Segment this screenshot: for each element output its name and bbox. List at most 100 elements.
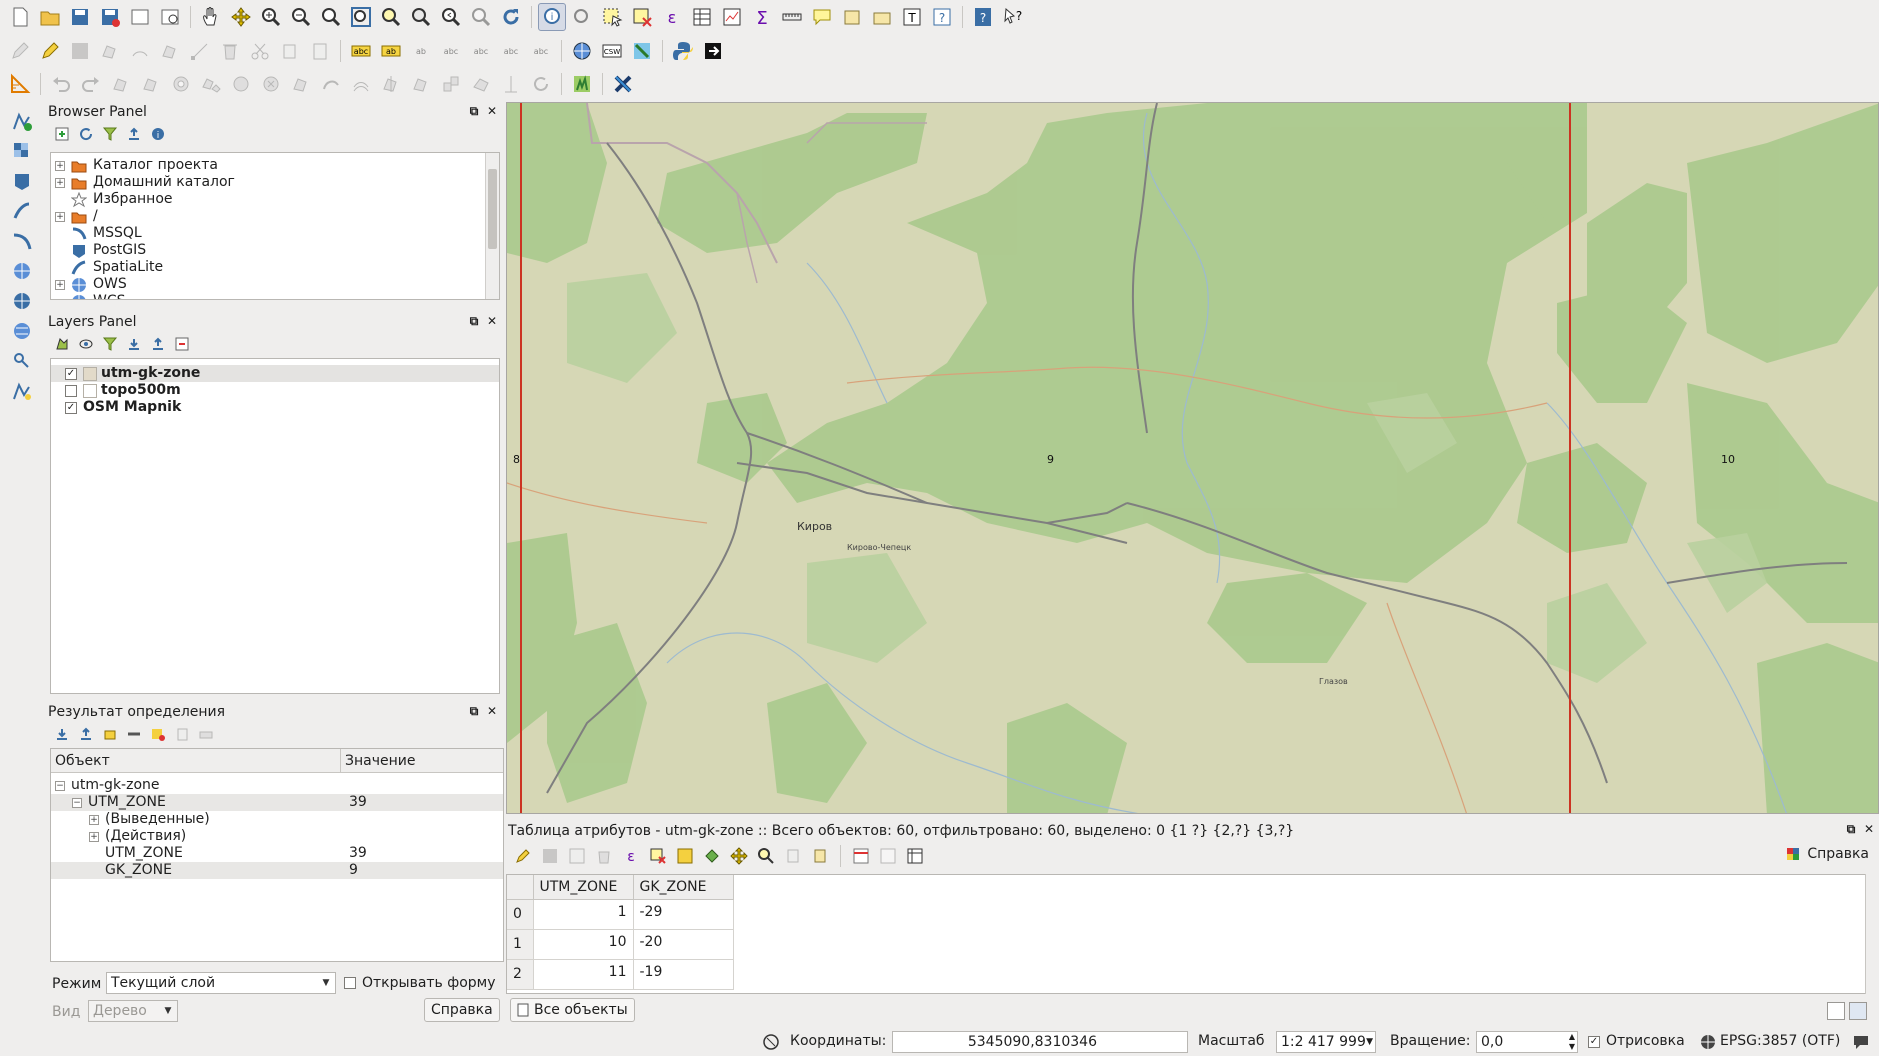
cell-gk-zone[interactable]: -19	[633, 959, 734, 990]
change-label-icon[interactable]: abc	[527, 37, 555, 65]
select-by-expression-icon[interactable]: ε	[620, 845, 642, 867]
pan-hand-icon[interactable]	[197, 3, 225, 31]
refresh-browser-icon[interactable]	[76, 124, 96, 144]
new-project-icon[interactable]	[6, 3, 34, 31]
simplify-feature-icon[interactable]	[137, 70, 165, 98]
refresh-icon[interactable]	[497, 3, 525, 31]
row-header[interactable]: 0	[507, 899, 534, 930]
expand-icon[interactable]: +	[89, 814, 99, 825]
identify-result-row[interactable]: − UTM_ZONE 39	[51, 794, 503, 811]
open-project-icon[interactable]	[36, 3, 64, 31]
layer-visibility-checkbox[interactable]	[65, 384, 77, 397]
identify-result-row[interactable]: − utm-gk-zone	[51, 777, 503, 794]
layer-visibility-checkbox[interactable]: ✓	[65, 401, 77, 414]
field-calculator-icon[interactable]	[904, 845, 926, 867]
merge-attributes-icon[interactable]	[467, 70, 495, 98]
browser-item[interactable]: MSSQL	[55, 225, 499, 242]
collapse-icon[interactable]: −	[72, 797, 82, 808]
clear-results-icon[interactable]	[124, 724, 144, 744]
render-checkbox[interactable]: ✓	[1588, 1036, 1600, 1048]
layer-symbol-swatch[interactable]	[83, 383, 97, 398]
float-panel-icon[interactable]: ⧉	[1845, 822, 1857, 836]
delete-ring-icon[interactable]	[257, 70, 285, 98]
table-view-icon[interactable]	[1849, 1002, 1867, 1020]
save-project-icon[interactable]	[66, 3, 94, 31]
grass-plugin-icon[interactable]	[568, 70, 596, 98]
layer-item[interactable]: topo500m	[51, 382, 499, 399]
new-print-layout-icon[interactable]	[126, 3, 154, 31]
show-hide-labels-icon[interactable]: abc	[437, 37, 465, 65]
view-select[interactable]: Дерево ▼	[88, 1000, 178, 1022]
cell-gk-zone[interactable]: -29	[633, 899, 734, 930]
move-selection-top-icon[interactable]	[674, 845, 696, 867]
delete-selected-icon[interactable]	[216, 37, 244, 65]
rotate-point-symbols-icon[interactable]	[497, 70, 525, 98]
browser-item[interactable]: Избранное	[55, 191, 499, 208]
add-delimited-text-icon[interactable]	[6, 348, 38, 374]
python-console-icon[interactable]	[669, 37, 697, 65]
mode-select[interactable]: Текущий слой ▼	[106, 972, 336, 994]
zoom-to-selection-icon[interactable]	[377, 3, 405, 31]
row-header[interactable]: 2	[507, 959, 534, 990]
open-layer-styling-icon[interactable]	[52, 334, 72, 354]
float-panel-icon[interactable]: ⧉	[468, 104, 480, 118]
reshape-icon[interactable]	[317, 70, 345, 98]
identify-help-button[interactable]: Справка	[424, 998, 500, 1022]
table-row[interactable]: 1 10 -20	[507, 929, 734, 960]
add-mssql-layer-icon[interactable]	[6, 228, 38, 254]
cell-gk-zone[interactable]: -20	[633, 929, 734, 960]
highlight-features-icon[interactable]	[148, 724, 168, 744]
sum-icon[interactable]: Σ	[748, 3, 776, 31]
new-field-icon[interactable]	[877, 845, 899, 867]
layer-labeling-icon[interactable]: ab	[377, 37, 405, 65]
expand-icon[interactable]: +	[55, 279, 65, 290]
coordinates-field[interactable]: 5345090,8310346	[892, 1031, 1188, 1053]
new-shapefile-icon[interactable]	[6, 378, 38, 404]
browser-item[interactable]: WCS	[55, 293, 499, 299]
advanced-digitizing-icon[interactable]	[6, 70, 34, 98]
zoom-out-icon[interactable]	[287, 3, 315, 31]
select-by-expression-icon[interactable]: ε	[658, 3, 686, 31]
split-features-icon[interactable]	[377, 70, 405, 98]
processing-toolbox-icon[interactable]	[609, 70, 637, 98]
expand-tree-icon[interactable]	[52, 724, 72, 744]
undo-icon[interactable]	[47, 70, 75, 98]
cell-utm-zone[interactable]: 10	[533, 929, 634, 960]
add-circular-string-icon[interactable]	[126, 37, 154, 65]
browser-item[interactable]: + Домашний каталог	[55, 174, 499, 191]
manage-map-themes-icon[interactable]	[76, 334, 96, 354]
layout-manager-icon[interactable]	[156, 3, 184, 31]
deselect-all-icon[interactable]	[647, 845, 669, 867]
text-annotation-icon[interactable]: T	[898, 3, 926, 31]
cut-features-icon[interactable]	[246, 37, 274, 65]
offset-point-symbols-icon[interactable]	[527, 70, 555, 98]
georeferencer-icon[interactable]	[628, 37, 656, 65]
add-feature-icon[interactable]	[96, 37, 124, 65]
collapse-all-icon[interactable]	[124, 124, 144, 144]
identify-result-row[interactable]: + (Выведенные)	[51, 811, 503, 828]
add-spatialite-layer-icon[interactable]	[6, 198, 38, 224]
fill-ring-icon[interactable]	[227, 70, 255, 98]
collapse-icon[interactable]: −	[55, 780, 65, 791]
column-header-value[interactable]: Значение	[341, 749, 415, 772]
add-wfs-layer-icon[interactable]	[6, 318, 38, 344]
row-header[interactable]: 1	[507, 929, 534, 960]
zoom-last-icon[interactable]	[437, 3, 465, 31]
remove-layer-icon[interactable]	[172, 334, 192, 354]
csw-icon[interactable]: CSW	[598, 37, 626, 65]
expand-icon[interactable]: +	[89, 831, 99, 842]
new-bookmark-icon[interactable]	[838, 3, 866, 31]
properties-info-icon[interactable]: i	[148, 124, 168, 144]
save-edits-icon[interactable]	[539, 845, 561, 867]
identify-result-row[interactable]: + (Действия)	[51, 828, 503, 845]
print-results-icon[interactable]	[196, 724, 216, 744]
add-feature-icon[interactable]	[566, 845, 588, 867]
paste-features-icon[interactable]	[306, 37, 334, 65]
column-header-gk-zone[interactable]: GK_ZONE	[633, 875, 734, 900]
open-form-checkbox[interactable]	[344, 977, 356, 989]
pan-to-selection-icon[interactable]	[227, 3, 255, 31]
table-row[interactable]: 0 1 -29	[507, 899, 734, 930]
split-parts-icon[interactable]	[407, 70, 435, 98]
add-wms-layer-icon[interactable]	[6, 258, 38, 284]
run-feature-action-icon[interactable]	[568, 3, 596, 31]
